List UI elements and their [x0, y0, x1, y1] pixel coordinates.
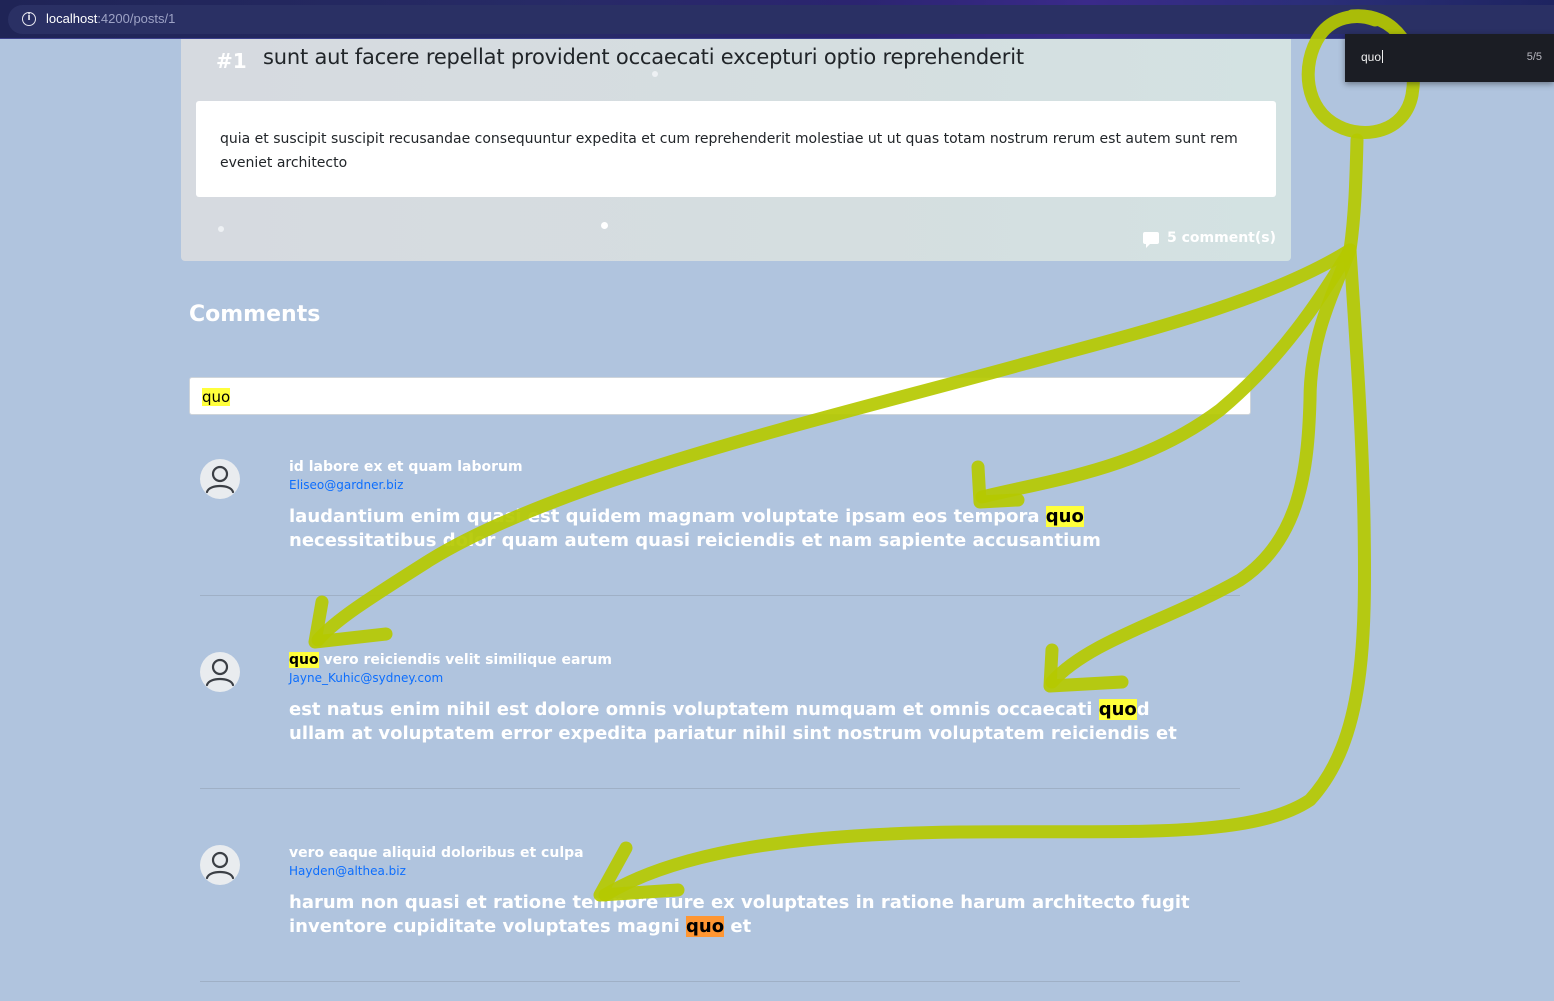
comment-item: vero eaque aliquid doloribus et culpa Ha… — [200, 845, 1240, 982]
annotation-arrowhead — [308, 595, 393, 649]
comment-icon — [1143, 232, 1159, 248]
decorative-dot — [652, 71, 658, 77]
find-input[interactable]: quo — [1361, 50, 1383, 64]
user-avatar-icon — [200, 459, 240, 499]
find-match-highlight: quo — [289, 652, 319, 668]
find-match-count: 5/5 — [1526, 51, 1542, 63]
comment-email[interactable]: Hayden@althea.biz — [289, 864, 406, 878]
find-in-page-bar: quo 5/5 — [1345, 34, 1554, 82]
comment-count-link[interactable]: 5 comment(s) — [1143, 230, 1276, 248]
comment-divider — [200, 981, 1240, 982]
comment-body-text: necessitatibus dolor quam autem quasi re… — [289, 530, 1101, 551]
comment-name: id labore ex et quam laborum — [289, 459, 523, 475]
comments-heading: Comments — [189, 302, 321, 327]
decorative-dot — [601, 222, 608, 229]
comment-name: vero eaque aliquid doloribus et culpa — [289, 845, 584, 861]
comment-name: quo vero reiciendis velit similique earu… — [289, 652, 612, 668]
comment-divider — [200, 595, 1240, 596]
comment-search-value: quo — [202, 388, 231, 406]
comment-body: harum non quasi et ratione tempore iure … — [289, 891, 1209, 939]
decorative-dot — [218, 226, 224, 232]
comment-email[interactable]: Jayne_Kuhic@sydney.com — [289, 671, 443, 685]
comment-body-text: est natus enim nihil est dolore omnis vo… — [289, 699, 1099, 720]
comment-body-text: laudantium enim quasi est quidem magnam … — [289, 506, 1046, 527]
comment-item: quo vero reiciendis velit similique earu… — [200, 652, 1240, 789]
find-match-highlight: quo — [1098, 699, 1137, 720]
annotation-trunk — [1343, 133, 1364, 257]
find-match-active-highlight: quo — [686, 916, 725, 937]
browser-address-bar: i localhost:4200/posts/1 — [0, 0, 1554, 39]
url-host: localhost — [46, 11, 98, 26]
site-info-icon[interactable]: i — [22, 12, 36, 26]
post-number: #1 — [216, 49, 247, 73]
comment-email[interactable]: Eliseo@gardner.biz — [289, 478, 403, 492]
comment-body: est natus enim nihil est dolore omnis vo… — [289, 698, 1209, 746]
comment-body-text: et — [724, 916, 752, 937]
user-avatar-icon — [200, 652, 240, 692]
post-body: quia et suscipit suscipit recusandae con… — [220, 131, 1238, 171]
find-match-highlight: quo — [1045, 506, 1084, 527]
comment-divider — [200, 788, 1240, 789]
comment-item: id labore ex et quam laborum Eliseo@gard… — [200, 459, 1240, 596]
url-path: :4200/posts/1 — [97, 11, 176, 26]
post-card: #1 sunt aut facere repellat provident oc… — [181, 39, 1291, 261]
url-text[interactable]: localhost:4200/posts/1 — [46, 11, 175, 26]
comment-count-label: 5 comment(s) — [1167, 230, 1276, 246]
post-body-card: quia et suscipit suscipit recusandae con… — [196, 101, 1276, 197]
url-field[interactable] — [8, 5, 1554, 34]
comment-name-text: vero reiciendis velit similique earum — [318, 652, 612, 668]
comment-search-input[interactable]: quo — [189, 377, 1251, 415]
comment-body: laudantium enim quasi est quidem magnam … — [289, 505, 1209, 553]
post-title: sunt aut facere repellat provident occae… — [263, 45, 1024, 69]
user-avatar-icon — [200, 845, 240, 885]
